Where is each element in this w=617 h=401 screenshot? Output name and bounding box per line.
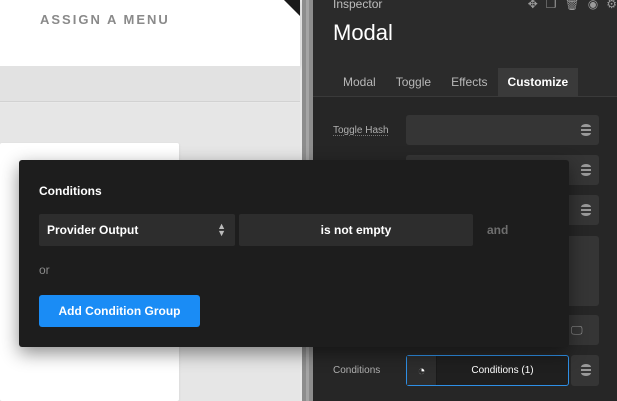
delete-icon[interactable]: 🗑: [565, 0, 580, 11]
dynamic-content-icon[interactable]: [581, 164, 591, 176]
popup-title: Conditions: [39, 184, 102, 198]
conditions-dynamic-button[interactable]: [571, 355, 599, 386]
toggle-hash-input[interactable]: [406, 115, 599, 145]
or-label: or: [39, 263, 50, 277]
tab-customize[interactable]: Customize: [497, 68, 579, 96]
eye-icon[interactable]: ◉: [588, 0, 598, 11]
copy-icon[interactable]: ❐: [546, 0, 557, 11]
and-button[interactable]: and: [487, 223, 508, 237]
dynamic-content-icon: [581, 364, 591, 376]
inspector-toolbar: ✥ ❐ 🗑 ◉ ⚙: [528, 0, 617, 11]
provider-select-value: Provider Output: [47, 223, 139, 237]
provider-select[interactable]: Provider Output ▲ ▼: [39, 214, 235, 246]
content-band: [0, 66, 300, 102]
element-title: Modal: [333, 20, 393, 45]
tab-modal[interactable]: Modal: [333, 68, 386, 96]
toggle-hash-label: Toggle Hash: [333, 125, 389, 136]
monitor-icon[interactable]: 🖵: [571, 323, 583, 338]
tab-toggle[interactable]: Toggle: [386, 68, 441, 96]
dynamic-content-icon[interactable]: [581, 204, 591, 216]
corner-marker: [284, 0, 300, 16]
conditions-button-label: Conditions (1): [471, 365, 534, 376]
tab-effects[interactable]: Effects: [441, 68, 497, 96]
move-icon[interactable]: ✥: [528, 0, 538, 11]
operator-select[interactable]: is not empty: [239, 214, 473, 246]
inspector-label: Inspector: [333, 0, 383, 11]
inspector-tabs: Modal Toggle Effects Customize: [333, 68, 579, 96]
assign-menu-label[interactable]: ASSIGN A MENU: [40, 12, 170, 27]
conditions-popup: Conditions Provider Output ▲ ▼ is not emp…: [19, 160, 569, 347]
dynamic-content-icon[interactable]: [581, 124, 591, 136]
chevron-updown-icon: ▲ ▼: [217, 221, 226, 238]
conditions-icon: ◔: [407, 356, 437, 385]
conditions-button[interactable]: ◔ Conditions (1): [406, 355, 569, 386]
conditions-label: Conditions: [333, 365, 381, 376]
gear-icon[interactable]: ⚙: [606, 0, 617, 11]
add-condition-group-button[interactable]: Add Condition Group: [39, 295, 200, 327]
site-header: ASSIGN A MENU: [0, 0, 300, 66]
